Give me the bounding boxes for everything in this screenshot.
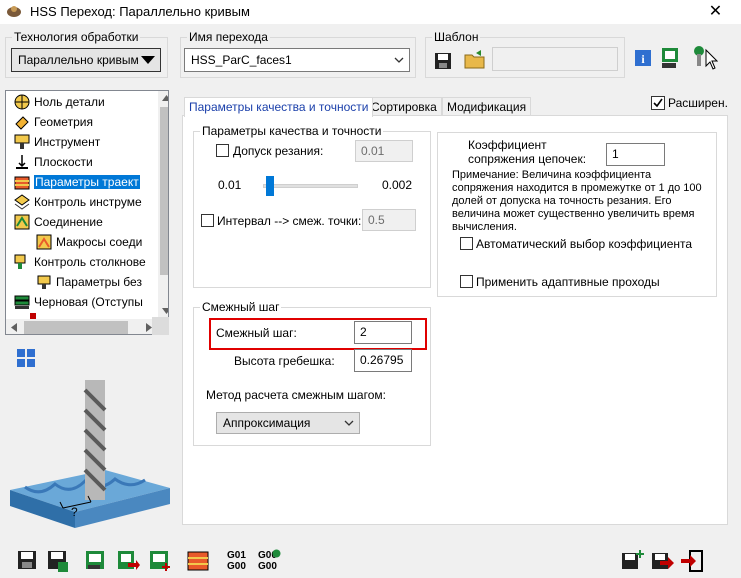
step-tree[interactable]: Ноль детали Геометрия Инструмент Плоскос… <box>5 90 169 335</box>
tree-item-planes[interactable]: Плоскости <box>14 153 93 171</box>
toolpath-layers-icon[interactable] <box>186 549 210 573</box>
highlight-box <box>209 318 427 350</box>
coef-label: Коэффициент сопряжения цепочек: <box>468 138 587 166</box>
roughing-icon <box>14 295 30 309</box>
stepover-legend: Смежный шаг <box>202 300 280 314</box>
macros-icon <box>36 234 52 250</box>
tool-icon <box>14 134 30 149</box>
extended-label: Расширен. <box>668 96 728 110</box>
scallop-input[interactable]: 0.26795 <box>354 349 412 372</box>
coef-note: Примечание: Величина коэффициента сопряж… <box>452 169 702 233</box>
window-title: HSS Переход: Параллельно кривым <box>30 4 250 19</box>
tolerance-input[interactable]: 0.01 <box>355 140 413 162</box>
info-icon[interactable]: i <box>635 50 651 66</box>
machine-sim-icon[interactable] <box>660 46 684 70</box>
horizontal-scroll-thumb[interactable] <box>24 321 128 334</box>
safety-params-icon <box>37 275 51 289</box>
tree-item-safety-params[interactable]: Параметры без <box>36 273 142 291</box>
title-bar: HSS Переход: Параллельно кривым ✕ <box>0 0 741 24</box>
tree-item-connection-macros[interactable]: Макросы соеди <box>36 233 142 251</box>
tolerance-slider-track[interactable] <box>263 184 358 188</box>
scroll-up-icon[interactable] <box>162 95 169 101</box>
tree-item-collision-control[interactable]: Контроль столкнове <box>14 253 146 271</box>
adaptive-passes-checkbox[interactable] <box>460 275 473 288</box>
auto-coef-label: Автоматический выбор коэффициента <box>476 237 693 251</box>
grid-view-icon[interactable] <box>16 348 36 368</box>
extended-checkbox[interactable] <box>651 96 665 110</box>
quality-legend: Параметры качества и точности <box>202 124 382 138</box>
tool-control-icon <box>14 194 30 210</box>
coef-input[interactable]: 1 <box>606 143 665 166</box>
step-name-value: HSS_ParC_faces1 <box>191 53 292 67</box>
tab-sorting[interactable]: Сортировка <box>366 97 442 116</box>
stepover-illustration: ? <box>10 380 170 528</box>
template-field[interactable] <box>492 47 618 71</box>
technology-legend: Технология обработки <box>14 30 139 44</box>
tree-horizontal-scrollbar[interactable] <box>6 319 158 334</box>
interval-label: Интервал --> смеж. точки: <box>217 214 362 228</box>
method-value: Аппроксимация <box>223 416 311 430</box>
toolpath-params-icon <box>14 176 30 190</box>
dropdown-arrow-icon <box>141 56 155 64</box>
check-mark-icon <box>653 98 663 108</box>
step-name-legend: Имя перехода <box>189 30 268 44</box>
connection-icon <box>14 214 30 230</box>
add-step-icon[interactable] <box>620 549 644 573</box>
save-icon[interactable] <box>16 549 40 573</box>
save-close-icon[interactable] <box>650 549 674 573</box>
part-zero-icon <box>14 94 30 110</box>
tree-item-part-zero[interactable]: Ноль детали <box>14 93 105 111</box>
scroll-down-icon[interactable] <box>162 308 169 314</box>
tolerance-label: Допуск резания: <box>233 144 324 158</box>
save-template-icon[interactable] <box>434 52 452 70</box>
tree-item-connection[interactable]: Соединение <box>14 213 103 231</box>
tree-item-tool-control[interactable]: Контроль инструме <box>14 193 142 211</box>
tree-item-geometry[interactable]: Геометрия <box>14 113 93 131</box>
method-select[interactable]: Аппроксимация <box>216 412 360 434</box>
tab-modification[interactable]: Модификация <box>442 97 532 116</box>
scroll-left-icon[interactable] <box>11 323 17 332</box>
exit-icon[interactable] <box>680 549 704 573</box>
slider-max-label: 0.002 <box>382 178 413 192</box>
template-legend: Шаблон <box>434 30 479 44</box>
vertical-scroll-thumb[interactable] <box>160 107 168 275</box>
add-small-icon <box>272 549 281 558</box>
machine-add-icon[interactable] <box>148 549 172 573</box>
slider-min-label: 0.01 <box>218 178 242 192</box>
method-label: Метод расчета смежным шагом: <box>206 388 386 402</box>
tree-item-toolpath-params[interactable]: Параметры траект <box>14 173 140 191</box>
tolerance-slider-thumb[interactable] <box>266 176 274 196</box>
g01-label: G01 <box>227 550 246 561</box>
tool-cursor-icon[interactable] <box>690 44 718 70</box>
tab-quality[interactable]: Параметры качества и точности <box>184 97 374 117</box>
machine-export-icon[interactable] <box>116 549 140 573</box>
scallop-label: Высота гребешка: <box>234 354 335 368</box>
planes-icon <box>16 155 28 169</box>
chevron-down-icon <box>394 57 404 63</box>
adaptive-passes-label: Применить адаптивные проходы <box>476 275 660 289</box>
technology-value: Параллельно кривым <box>18 53 139 67</box>
close-button[interactable]: ✕ <box>690 0 741 24</box>
interval-checkbox[interactable] <box>201 214 214 227</box>
machine-save-icon[interactable] <box>84 549 108 573</box>
tolerance-checkbox[interactable] <box>216 144 229 157</box>
app-logo-icon <box>7 6 21 17</box>
tree-item-roughing[interactable]: Черновая (Отступы <box>14 293 143 311</box>
g01-g00-button[interactable]: G01 G00 <box>227 550 246 572</box>
geometry-icon <box>15 116 29 130</box>
auto-coef-checkbox[interactable] <box>460 237 473 250</box>
g00c-label: G00 <box>258 561 277 572</box>
save-as-icon[interactable] <box>46 549 70 573</box>
g00-label: G00 <box>227 561 246 572</box>
collision-control-icon <box>14 254 26 269</box>
tree-item-tool[interactable]: Инструмент <box>14 133 100 151</box>
open-template-icon[interactable] <box>464 50 486 70</box>
step-name-select[interactable]: HSS_ParC_faces1 <box>184 48 410 72</box>
stepover-question-mark: ? <box>71 505 78 519</box>
chevron-down-icon <box>344 420 354 426</box>
technology-select[interactable]: Параллельно кривым <box>11 48 161 72</box>
scroll-corner <box>152 317 169 335</box>
tree-vertical-scrollbar[interactable] <box>158 91 169 318</box>
interval-input[interactable]: 0.5 <box>362 209 416 231</box>
